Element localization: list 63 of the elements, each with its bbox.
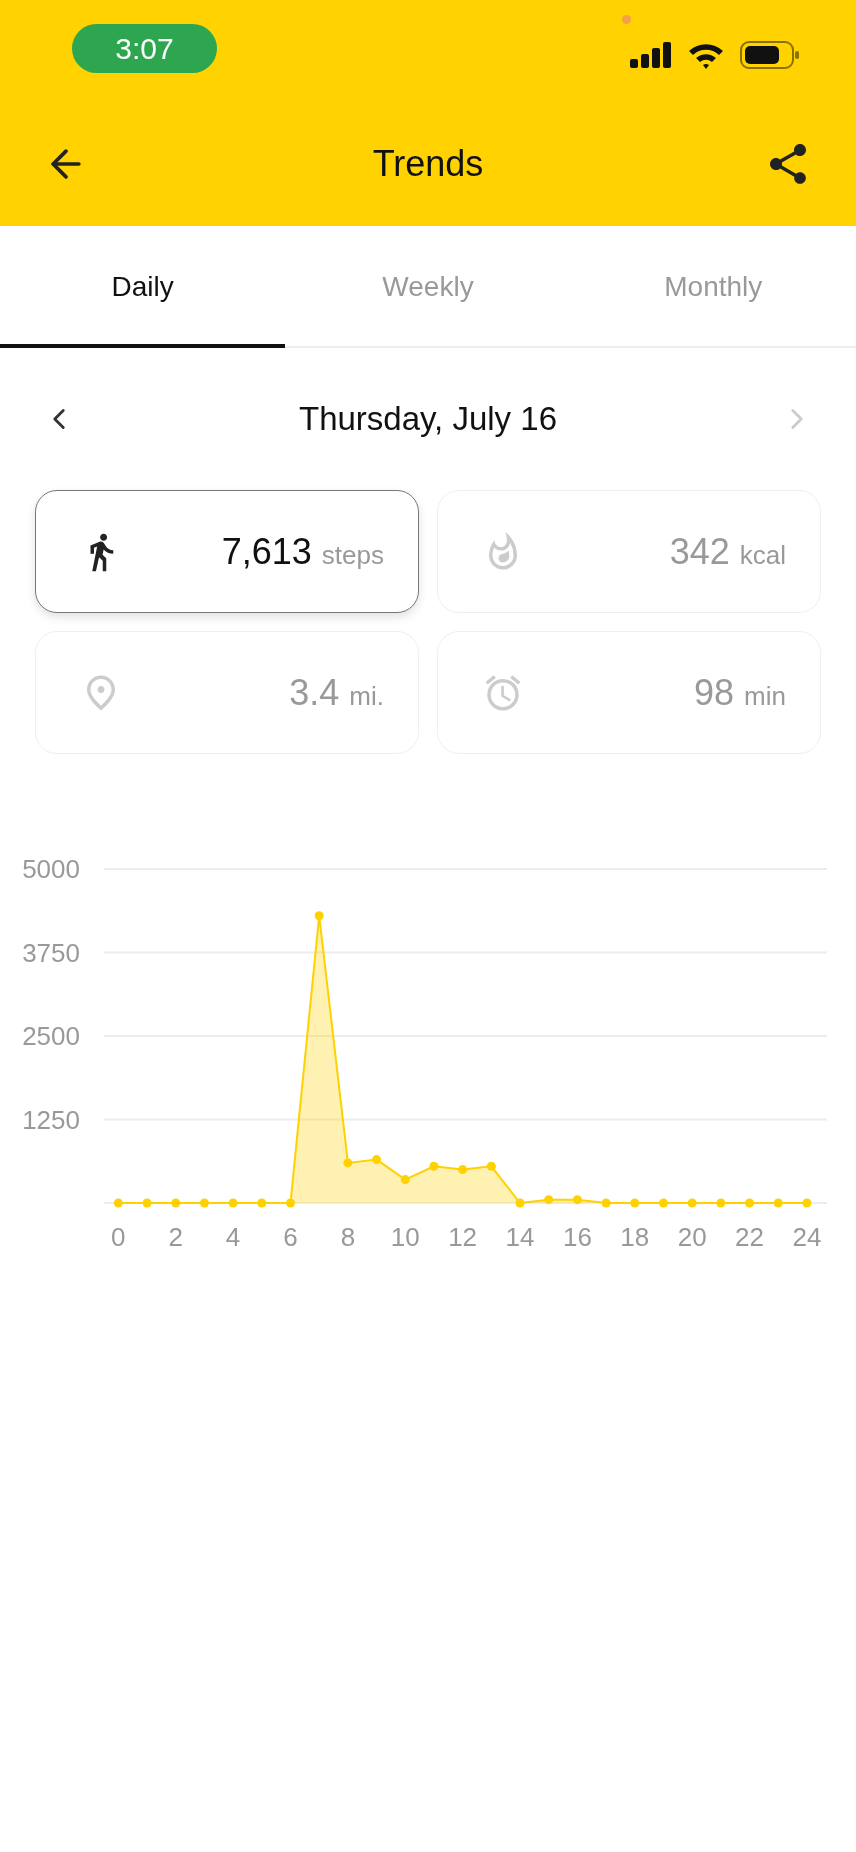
x-axis-label: 10 (390, 1222, 420, 1252)
data-point (544, 1195, 554, 1205)
metric-card[interactable]: 342 kcal (437, 490, 821, 613)
x-axis-label: 0 (111, 1222, 126, 1252)
data-point (773, 1198, 783, 1208)
status-time: 3:07 (72, 23, 217, 73)
metric-value: 342 (669, 529, 730, 574)
y-axis-label: 1250 (22, 1104, 80, 1135)
data-point (745, 1198, 755, 1208)
x-axis-label: 6 (283, 1222, 298, 1252)
metric-value: 7,613 (221, 529, 312, 574)
data-point (199, 1198, 209, 1208)
y-axis-label: 2500 (22, 1021, 80, 1051)
y-axis-label: 5000 (22, 854, 80, 884)
x-axis-label: 4 (225, 1222, 241, 1252)
metric-unit: steps (321, 538, 384, 572)
x-axis-label: 18 (620, 1222, 650, 1252)
data-point (572, 1195, 582, 1205)
x-axis-label: 24 (792, 1222, 822, 1252)
metric-value: 3.4 (289, 670, 340, 715)
data-point (400, 1175, 410, 1185)
x-axis-label: 20 (677, 1222, 707, 1252)
period-tab[interactable]: Daily (0, 226, 286, 348)
data-point (372, 1155, 382, 1165)
x-axis-label: 12 (448, 1222, 478, 1252)
metric-value: 98 (694, 670, 735, 715)
x-axis-label: 2 (168, 1222, 183, 1252)
data-point (687, 1198, 697, 1208)
data-point (458, 1165, 468, 1175)
data-point (630, 1198, 640, 1208)
x-axis-label: 14 (505, 1222, 535, 1252)
metric-unit: kcal (739, 538, 786, 572)
y-axis-label: 3750 (22, 937, 80, 968)
data-point (802, 1198, 812, 1208)
data-point (716, 1198, 726, 1208)
data-point (515, 1198, 525, 1208)
metric-card[interactable]: 3.4 mi. (35, 631, 419, 754)
data-point (314, 911, 324, 921)
data-point (171, 1198, 181, 1208)
signal-icon (630, 42, 672, 68)
data-point (113, 1198, 123, 1208)
wifi-icon (688, 41, 724, 69)
data-point (228, 1198, 238, 1208)
data-point (257, 1198, 267, 1208)
x-axis-label: 16 (562, 1222, 592, 1252)
x-axis-label: 22 (735, 1222, 764, 1252)
data-point (142, 1198, 152, 1208)
metric-card[interactable]: 98 min (437, 631, 821, 754)
metric-unit: mi. (349, 679, 384, 713)
data-point (429, 1161, 439, 1171)
period-tab[interactable]: Weekly (285, 226, 571, 348)
page-title: Trends (372, 142, 484, 186)
date-label: Thursday, July 16 (299, 399, 557, 440)
data-point (343, 1158, 353, 1168)
metric-unit: min (744, 679, 786, 713)
data-point (601, 1198, 611, 1208)
data-point (486, 1161, 496, 1171)
period-tab[interactable]: Monthly (570, 226, 856, 348)
battery-icon (740, 41, 800, 69)
x-axis-label: 8 (340, 1222, 356, 1252)
data-point (658, 1198, 668, 1208)
data-point (286, 1198, 295, 1208)
metric-card[interactable]: 7,613 steps (35, 490, 419, 613)
